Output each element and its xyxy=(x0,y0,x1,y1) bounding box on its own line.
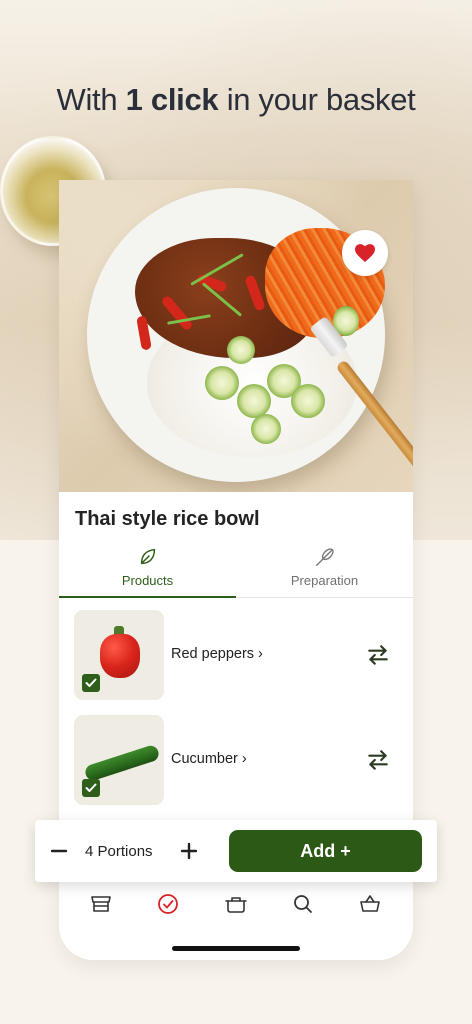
favorite-button[interactable] xyxy=(342,230,388,276)
basket-icon xyxy=(360,895,380,912)
nav-search[interactable] xyxy=(289,890,317,918)
checkmark-icon xyxy=(85,783,97,792)
recipe-tabs: Products Preparation xyxy=(59,542,413,598)
leaf-icon xyxy=(140,548,155,565)
nav-store[interactable] xyxy=(87,890,115,918)
tab-preparation-label: Preparation xyxy=(290,573,359,588)
whisk-icon xyxy=(315,548,334,566)
add-to-basket-button[interactable]: Add + xyxy=(229,830,422,872)
tab-preparation[interactable]: Preparation xyxy=(236,542,413,598)
check-circle-icon xyxy=(158,894,178,914)
recipe-title: Thai style rice bowl xyxy=(75,508,260,530)
ingredient-checkbox[interactable] xyxy=(82,674,100,692)
tab-products[interactable]: Products xyxy=(59,542,236,598)
ingredient-item[interactable]: Red peppers › xyxy=(59,610,413,706)
bottom-nav xyxy=(59,886,413,930)
heart-icon xyxy=(355,244,375,263)
portions-count: 4 Portions xyxy=(85,843,153,860)
checkmark-icon xyxy=(85,678,97,687)
minus-icon xyxy=(50,849,68,853)
swap-arrows-icon xyxy=(368,750,388,770)
ingredient-checkbox[interactable] xyxy=(82,779,100,797)
headline-bold: 1 click xyxy=(125,82,219,117)
nav-recipes[interactable] xyxy=(154,890,182,918)
increase-portions-button[interactable] xyxy=(177,837,201,865)
ingredient-name[interactable]: Red peppers › xyxy=(171,646,263,662)
swap-arrows-icon xyxy=(368,645,388,665)
ingredient-item[interactable]: Cucumber › xyxy=(59,715,413,811)
nav-cooking[interactable] xyxy=(222,890,250,918)
ingredient-name[interactable]: Cucumber › xyxy=(171,751,247,767)
ingredient-image xyxy=(74,715,164,805)
headline-prefix: With xyxy=(56,82,118,117)
bowl xyxy=(87,188,413,482)
store-icon xyxy=(91,896,111,912)
home-indicator xyxy=(172,946,300,951)
search-icon xyxy=(294,895,312,913)
headline-suffix: in your basket xyxy=(226,82,416,117)
nav-basket[interactable] xyxy=(356,890,384,918)
decrease-portions-button[interactable] xyxy=(47,837,71,865)
cooking-pot-icon xyxy=(225,897,247,913)
swap-ingredient-button[interactable] xyxy=(363,640,393,670)
plus-icon xyxy=(180,842,198,860)
swap-ingredient-button[interactable] xyxy=(363,745,393,775)
ingredient-image xyxy=(74,610,164,700)
add-to-basket-bar: 4 Portions Add + xyxy=(35,820,437,882)
recipe-hero-image xyxy=(59,180,413,492)
tab-products-label: Products xyxy=(121,573,174,588)
headline: With 1 click in your basket xyxy=(0,82,472,118)
